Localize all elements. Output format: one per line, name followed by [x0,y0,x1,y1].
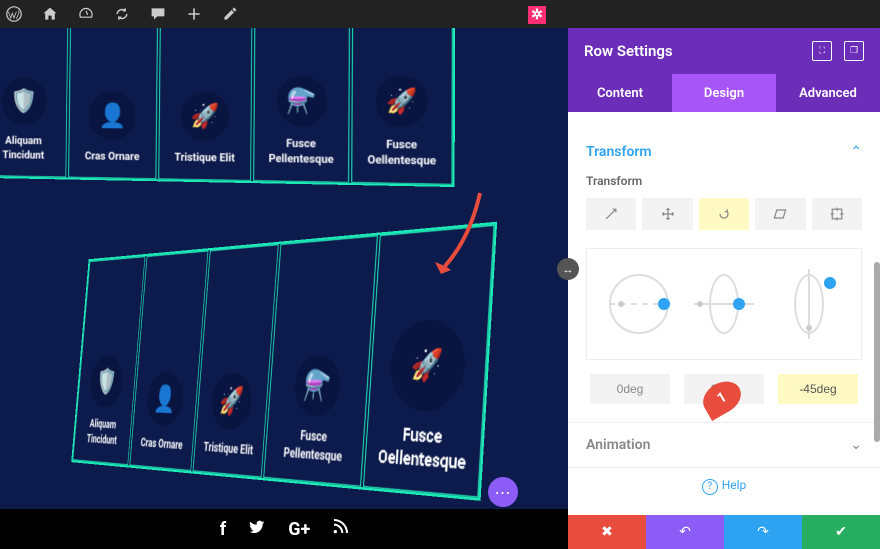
twitter-icon[interactable] [248,518,266,541]
focus-icon[interactable]: ⛶ [812,41,832,61]
save-button[interactable]: ✔ [802,515,880,549]
redo-button[interactable]: ↷ [724,515,802,549]
preview-row-2[interactable]: 🛡️ Aliquam Tincidunt 👤 Cras Ornare 🚀 Tristi… [80,258,568,462]
card-label: Fusce Pellentesque [270,427,358,468]
section-animation-toggle[interactable]: Animation ⌄ [568,423,880,467]
rotation-values [586,374,862,404]
sidebar-body: Transform ⌃ Transform [568,112,880,515]
transform-skew-button[interactable] [755,198,805,230]
preview-row-1[interactable]: 🛡️ Aliquam Tincidunt 👤 Cras Ornare 🚀 Tristi… [0,28,450,182]
page-preview: 🛡️ Aliquam Tincidunt 👤 Cras Ornare 🚀 Tristi… [0,28,568,549]
settings-sidebar: Row Settings ⛶ ❐ Content Design Advanced… [568,28,880,549]
pane-resize-handle[interactable]: ↔ [557,258,579,280]
transform-translate-button[interactable] [586,198,636,230]
section-title: Animation [586,437,850,453]
rotate-y-input[interactable] [684,374,764,404]
dashboard-icon[interactable] [76,4,96,24]
card-label: Cras Ornare [85,149,140,164]
pencil-icon[interactable] [220,4,240,24]
undo-button[interactable]: ↶ [646,515,724,549]
card-label: Fusce Oellentesque [359,138,445,169]
chevron-down-icon: ⌄ [850,437,862,453]
wordpress-icon[interactable] [4,4,24,24]
tab-content[interactable]: Content [568,74,672,112]
sidebar-title: Row Settings [584,42,800,60]
transform-origin-button[interactable] [812,198,862,230]
section-transform-toggle[interactable]: Transform ⌃ [568,130,880,174]
transform-type-row [586,198,862,230]
transform-move-button[interactable] [642,198,692,230]
card-label: Cras Ornare [140,435,183,454]
rotation-control[interactable] [586,248,862,360]
section-title: Transform [586,144,850,160]
comment-icon[interactable] [148,4,168,24]
home-icon[interactable] [40,4,60,24]
card-label: Fusce Pellentesque [260,137,343,167]
refresh-icon[interactable] [112,4,132,24]
card[interactable]: 🚀 Fusce Oellentesque [352,28,453,185]
card-icon: ⚗️ [276,76,327,127]
card-label: Tristique Elit [174,150,235,165]
rotate-x-input[interactable] [590,374,670,404]
facebook-icon[interactable]: f [220,519,226,540]
sidebar-tabs: Content Design Advanced [568,74,880,112]
row-actions-fab[interactable]: ⋯ [488,477,518,507]
sidebar-header: Row Settings ⛶ ❐ [568,28,880,74]
sidebar-actions: ✖ ↶ ↷ ✔ [568,515,880,549]
card-label: Tristique Elit [203,439,254,459]
card[interactable]: ⚗️ Fusce Pellentesque [263,235,378,487]
card-icon: 👤 [89,91,136,140]
help-link[interactable]: Help [568,468,880,505]
card-icon: 🛡️ [2,77,47,125]
rotate-x-control[interactable] [604,269,674,339]
preview-footer: f G+ [0,509,568,549]
wp-admin-bar [0,0,880,28]
card-icon: 🚀 [388,318,468,412]
card-icon: 🚀 [375,76,428,128]
card[interactable]: ⚗️ Fusce Pellentesque [253,28,350,183]
chevron-up-icon: ⌃ [850,144,862,160]
card-label: Fusce Oellentesque [371,422,474,477]
card-icon: 🚀 [210,372,254,430]
card[interactable]: 🚀 Tristique Elit [158,28,252,181]
rotate-y-control[interactable] [689,269,759,339]
card-label: Aliquam Tincidunt [0,134,60,162]
plus-icon[interactable] [184,4,204,24]
card[interactable]: 🛡️ Aliquam Tincidunt [0,28,68,178]
rss-icon[interactable] [332,519,348,540]
close-button[interactable]: ✖ [568,515,646,549]
card-icon: 🛡️ [89,356,125,408]
tab-advanced[interactable]: Advanced [776,74,880,112]
google-plus-icon[interactable]: G+ [288,519,310,540]
exit-visual-builder-button[interactable]: ✲ [528,6,546,24]
rotate-z-control[interactable] [774,269,844,339]
scrollbar[interactable] [874,262,880,442]
transform-label: Transform [586,174,862,188]
tab-design[interactable]: Design [672,74,776,112]
card[interactable]: 👤 Cras Ornare [68,28,159,179]
card-icon: ⚗️ [293,356,342,418]
card-label: Aliquam Tincidunt [78,417,127,450]
card[interactable]: 🚀 Fusce Oellentesque [363,225,495,498]
rotate-z-input[interactable] [778,374,858,404]
transform-rotate-button[interactable] [699,198,749,230]
card-icon: 👤 [145,371,185,426]
card-icon: 🚀 [181,91,230,141]
expand-icon[interactable]: ❐ [844,41,864,61]
